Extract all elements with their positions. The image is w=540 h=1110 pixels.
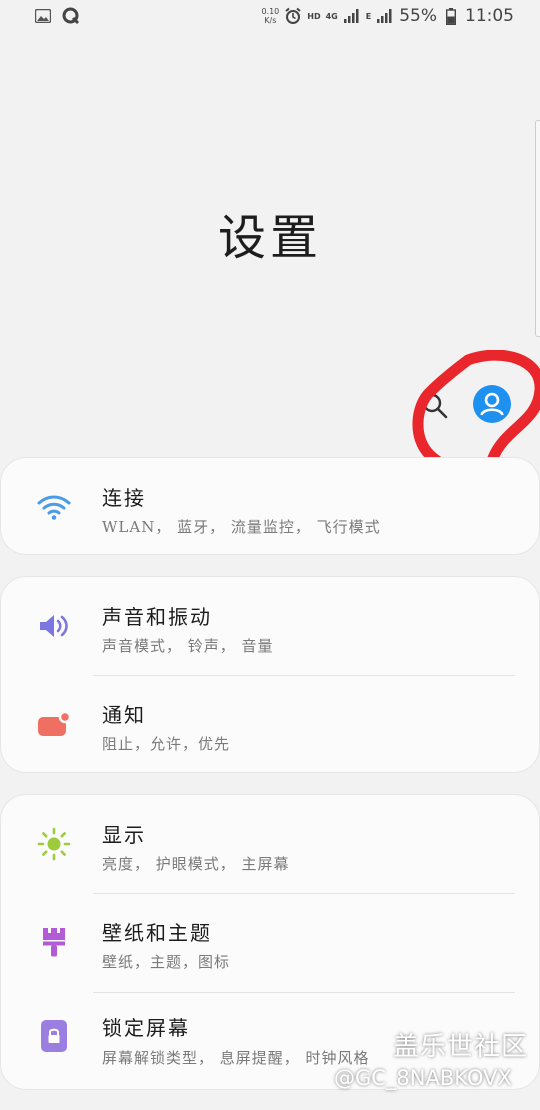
network-speed-unit: K/s bbox=[264, 16, 277, 25]
item-subtitle: 亮度， 护眼模式， 主屏幕 bbox=[102, 855, 290, 873]
item-subtitle: 阻止，允许，优先 bbox=[102, 735, 231, 753]
settings-item-display[interactable]: 显示 亮度， 护眼模式， 主屏幕 bbox=[1, 795, 539, 893]
q-app-icon bbox=[62, 7, 80, 25]
search-icon bbox=[422, 393, 448, 419]
item-subtitle: 屏幕解锁类型， 息屏提醒， 时钟风格 bbox=[102, 1049, 370, 1067]
battery-icon bbox=[442, 7, 460, 25]
network-e-label: E bbox=[365, 11, 372, 21]
item-title: 连接 bbox=[102, 486, 146, 510]
item-subtitle: 声音模式， 铃声， 音量 bbox=[102, 637, 274, 655]
notification-icon bbox=[37, 707, 71, 741]
settings-card-sound-notify: 声音和振动 声音模式， 铃声， 音量 通知 阻止，允许，优先 bbox=[0, 576, 540, 773]
brightness-icon bbox=[37, 827, 71, 861]
item-title: 显示 bbox=[102, 823, 146, 847]
battery-percent: 55% bbox=[399, 6, 437, 26]
page-title: 设置 bbox=[217, 210, 322, 266]
item-title: 壁纸和主题 bbox=[102, 921, 212, 945]
hd-label: HD bbox=[307, 11, 321, 21]
signal-icon bbox=[343, 7, 361, 25]
item-subtitle: WLAN， 蓝牙， 流量监控， 飞行模式 bbox=[102, 518, 381, 536]
settings-item-wallpaper-theme[interactable]: 壁纸和主题 壁纸，主题，图标 bbox=[1, 893, 539, 991]
wifi-icon bbox=[37, 490, 71, 524]
status-bar: 0.10 K/s HD 4G E 55% 11:05 bbox=[0, 0, 540, 34]
settings-item-connections[interactable]: 连接 WLAN， 蓝牙， 流量监控， 飞行模式 bbox=[1, 458, 539, 556]
item-title: 锁定屏幕 bbox=[102, 1016, 190, 1040]
network-speed-value: 0.10 bbox=[261, 7, 280, 16]
item-subtitle: 壁纸，主题，图标 bbox=[102, 953, 231, 971]
watermark-user: @GC_8NABKOVX bbox=[334, 1066, 512, 1090]
network-4g-label: 4G bbox=[325, 11, 338, 21]
search-button[interactable] bbox=[421, 392, 449, 420]
settings-item-sound[interactable]: 声音和振动 声音模式， 铃声， 音量 bbox=[1, 577, 539, 675]
network-speed: 0.10 K/s bbox=[261, 7, 279, 25]
alarm-icon bbox=[284, 7, 302, 25]
watermark-community: 盖乐世社区 bbox=[393, 1032, 529, 1062]
settings-card-connections: 连接 WLAN， 蓝牙， 流量监控， 飞行模式 bbox=[0, 457, 540, 555]
signal-icon-2 bbox=[376, 7, 394, 25]
item-title: 通知 bbox=[102, 703, 146, 727]
account-button[interactable] bbox=[473, 385, 511, 423]
clock: 11:05 bbox=[465, 6, 514, 26]
gallery-icon bbox=[34, 7, 52, 25]
account-icon bbox=[480, 392, 504, 416]
volume-icon bbox=[37, 609, 71, 643]
item-title: 声音和振动 bbox=[102, 605, 212, 629]
lock-icon bbox=[37, 1019, 71, 1053]
theme-brush-icon bbox=[37, 925, 71, 959]
settings-item-notifications[interactable]: 通知 阻止，允许，优先 bbox=[1, 675, 539, 773]
